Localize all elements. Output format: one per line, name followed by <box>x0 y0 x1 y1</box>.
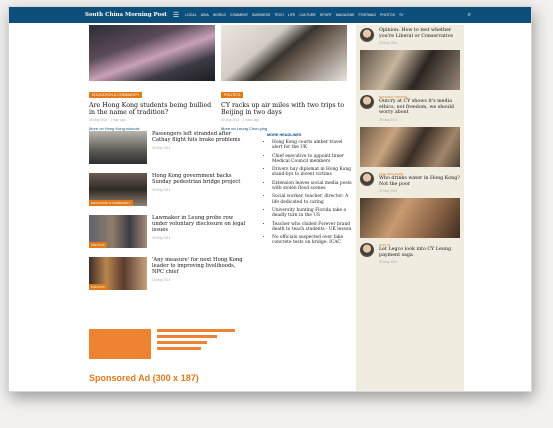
nav-item[interactable]: COMMENT <box>230 13 248 17</box>
category-tag[interactable]: POLITICS <box>221 92 244 98</box>
nav-item[interactable]: POSTMAG <box>359 13 377 17</box>
headline-link[interactable]: Drivers buy diplomat in Hong Kong stand-… <box>272 167 353 178</box>
nav-item[interactable]: ASIA <box>201 13 209 17</box>
headline-link[interactable]: Hong Kong courts amber travel alert for … <box>272 140 353 151</box>
list-item[interactable]: POLITICS Lawmaker in Leung probe row und… <box>89 215 249 253</box>
story-meta: 30 May 2014 <box>152 236 171 240</box>
story-thumbnail[interactable]: POLITICS <box>89 215 147 248</box>
story-meta: 30 May 2014 <box>379 260 398 265</box>
nav-item[interactable]: LOCAL <box>185 13 197 17</box>
site-header: South China Morning Post ☰ LOCAL ASIA WO… <box>9 7 531 23</box>
section-title: MORE HEADLINES <box>267 133 302 137</box>
opinion-headline[interactable]: Outcry at CY shows it's media ethics, no… <box>379 99 460 116</box>
featured-headline[interactable]: CY racks up air miles with two trips to … <box>221 102 347 117</box>
story-list: Passengers left stranded after Cathay fl… <box>89 131 249 299</box>
nav-item[interactable]: TECH <box>274 13 284 17</box>
sidebar-image[interactable] <box>360 50 460 91</box>
headline-link[interactable]: University hunting Florida take a deadly… <box>272 208 353 219</box>
avatar <box>360 28 374 42</box>
list-item[interactable]: EDUCATION & COMMUNITY Hong Kong governme… <box>89 173 249 211</box>
category-tag[interactable]: POLITICS <box>89 242 107 248</box>
story-headline[interactable]: Lawmaker in Leung probe row under volunt… <box>152 215 249 233</box>
nav-item[interactable]: CULTURE <box>299 13 315 17</box>
story-meta: 30 May 2014 <box>152 278 171 282</box>
story-meta: 30 May 2014 <box>152 146 171 150</box>
main-nav: LOCAL ASIA WORLD COMMENT BUSINESS TECH L… <box>185 13 403 17</box>
menu-icon[interactable]: ☰ <box>173 11 179 19</box>
search-icon[interactable]: ⌕ <box>468 12 471 19</box>
story-thumbnail[interactable]: EDUCATION & COMMUNITY <box>89 173 147 206</box>
nav-item[interactable]: MAGAZINE <box>336 13 355 17</box>
sponsored-ad[interactable] <box>89 329 151 359</box>
category-tag[interactable]: EDUCATION & COMMUNITY <box>89 92 143 98</box>
category-tag[interactable]: EDUCATION & COMMUNITY <box>89 200 133 206</box>
nav-item[interactable]: LIFE <box>288 13 296 17</box>
opinion-item[interactable]: NATIONAL OPINION Outcry at CY shows it's… <box>356 92 464 125</box>
headline-link[interactable]: Extension leaves social media posts with… <box>272 181 353 192</box>
nav-item[interactable]: PHOTOS <box>380 13 395 17</box>
story-headline[interactable]: Passengers left stranded after Cathay fl… <box>152 131 249 143</box>
story-headline[interactable]: Hong Kong government backs Sunday pedest… <box>152 173 249 185</box>
featured-story[interactable]: EDUCATION & COMMUNITY Are Hong Kong stud… <box>89 25 215 131</box>
nav-item[interactable]: SPORT <box>320 13 332 17</box>
story-meta: 30 May 2014 · 1 hour ago <box>89 117 126 122</box>
featured-story[interactable]: POLITICS CY racks up air miles with two … <box>221 25 347 131</box>
story-meta: 30 May 2014 · 2 hours ago <box>221 117 260 122</box>
nav-item[interactable]: TV <box>399 13 404 17</box>
featured-image[interactable] <box>89 25 215 81</box>
story-meta: 30 May 2014 <box>379 41 398 46</box>
story-headline[interactable]: 'Any measure' for next Hong Kong leader … <box>152 257 249 275</box>
opinion-item[interactable]: JUST IN Let Legco look into CY Leung pay… <box>356 240 464 267</box>
nav-item[interactable]: WORLD <box>213 13 226 17</box>
ad-text-placeholder <box>157 329 237 353</box>
featured-image[interactable] <box>221 25 347 81</box>
headline-link[interactable]: Teacher who chided Forever brand death t… <box>272 222 353 233</box>
headline-link[interactable]: Chief executive to appoint Inner Medical… <box>272 154 353 165</box>
list-item[interactable]: POLITICS 'Any measure' for next Hong Kon… <box>89 257 249 295</box>
story-meta: 30 May 2014 <box>379 117 398 122</box>
ad-label: Sponsored Ad (300 x 187) <box>89 373 199 383</box>
site-logo[interactable]: South China Morning Post <box>9 12 167 18</box>
opinion-item[interactable]: LIVE AND LEARN Who drinks water in Hong … <box>356 169 464 196</box>
sidebar: Opinion: How to test whether you're Libe… <box>356 25 464 391</box>
nav-item[interactable]: BUSINESS <box>252 13 270 17</box>
opinion-item[interactable]: Opinion: How to test whether you're Libe… <box>356 25 464 48</box>
headline-link[interactable]: Social worker, teacher, director: A life… <box>272 194 353 205</box>
main-content: EDUCATION & COMMUNITY Are Hong Kong stud… <box>89 25 352 389</box>
avatar <box>360 243 374 258</box>
opinion-headline[interactable]: Opinion: How to test whether you're Libe… <box>379 28 460 39</box>
opinion-headline[interactable]: Who drinks water in Hong Kong? Not the p… <box>379 176 460 187</box>
opinion-headline[interactable]: Let Legco look into CY Leung payment sag… <box>379 247 460 258</box>
story-meta: 30 May 2014 <box>379 189 398 194</box>
sidebar-image[interactable] <box>360 198 460 239</box>
list-item[interactable]: Passengers left stranded after Cathay fl… <box>89 131 249 169</box>
more-headlines: MORE HEADLINES Hong Kong courts amber tr… <box>267 133 353 249</box>
avatar <box>360 95 374 110</box>
avatar <box>360 171 374 186</box>
headline-link[interactable]: No officials suspected over fake concret… <box>272 235 353 246</box>
story-thumbnail[interactable]: POLITICS <box>89 257 147 290</box>
category-tag[interactable]: POLITICS <box>89 284 107 290</box>
browser-page: South China Morning Post ☰ LOCAL ASIA WO… <box>8 6 532 392</box>
story-meta: 30 May 2014 <box>152 188 171 192</box>
story-thumbnail[interactable] <box>89 131 147 164</box>
featured-headline[interactable]: Are Hong Kong students being bullied in … <box>89 102 215 117</box>
sidebar-image[interactable] <box>360 126 460 167</box>
